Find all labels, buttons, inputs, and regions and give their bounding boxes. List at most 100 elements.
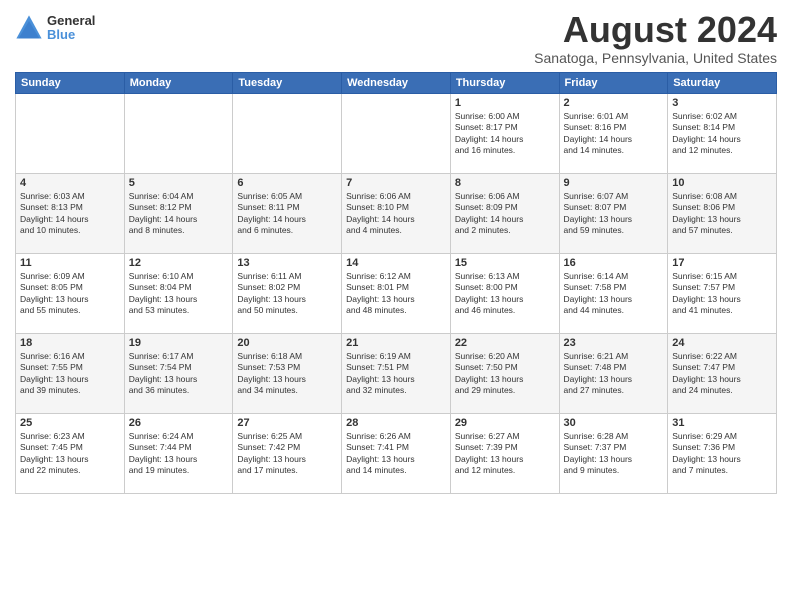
calendar-day-cell: 7Sunrise: 6:06 AM Sunset: 8:10 PM Daylig… bbox=[342, 173, 451, 253]
day-info: Sunrise: 6:11 AM Sunset: 8:02 PM Dayligh… bbox=[237, 271, 337, 317]
day-number: 19 bbox=[129, 337, 229, 349]
calendar-day-cell: 18Sunrise: 6:16 AM Sunset: 7:55 PM Dayli… bbox=[16, 333, 125, 413]
calendar-day-header: Sunday bbox=[16, 72, 125, 93]
day-info: Sunrise: 6:20 AM Sunset: 7:50 PM Dayligh… bbox=[455, 351, 555, 397]
day-info: Sunrise: 6:17 AM Sunset: 7:54 PM Dayligh… bbox=[129, 351, 229, 397]
day-number: 31 bbox=[672, 417, 772, 429]
calendar-day-cell: 10 Sunrise: 6:08 AM Sunset: 8:06 PM Dayli… bbox=[668, 173, 777, 253]
day-number: 27 bbox=[237, 417, 337, 429]
calendar-day-cell: 28 Sunrise: 6:26 AM Sunset: 7:41 PM Dayli… bbox=[342, 413, 451, 493]
calendar-week-row: 25 Sunrise: 6:23 AM Sunset: 7:45 PM Dayli… bbox=[16, 413, 777, 493]
day-info: Sunrise: 6:10 AM Sunset: 8:04 PM Dayligh… bbox=[129, 271, 229, 317]
calendar-day-cell: 30 Sunrise: 6:28 AM Sunset: 7:37 PM Dayli… bbox=[559, 413, 668, 493]
day-info: Sunrise: 6:27 AM Sunset: 7:39 PM Dayligh… bbox=[455, 431, 555, 477]
day-info: Sunrise: 6:26 AM Sunset: 7:41 PM Dayligh… bbox=[346, 431, 446, 477]
calendar-day-cell: 15 Sunrise: 6:13 AM Sunset: 8:00 PM Dayli… bbox=[450, 253, 559, 333]
day-info: Sunrise: 6:00 AM Sunset: 8:17 PM Dayligh… bbox=[455, 111, 555, 157]
calendar-day-cell: 2 Sunrise: 6:01 AM Sunset: 8:16 PM Daylig… bbox=[559, 93, 668, 173]
day-number: 3 bbox=[672, 97, 772, 109]
logo-icon bbox=[15, 14, 43, 42]
day-info: Sunrise: 6:25 AM Sunset: 7:42 PM Dayligh… bbox=[237, 431, 337, 477]
day-number: 5 bbox=[129, 177, 229, 189]
day-number: 16 bbox=[564, 257, 664, 269]
calendar-day-header: Friday bbox=[559, 72, 668, 93]
day-number: 30 bbox=[564, 417, 664, 429]
calendar-day-cell bbox=[16, 93, 125, 173]
day-info: Sunrise: 6:29 AM Sunset: 7:36 PM Dayligh… bbox=[672, 431, 772, 477]
day-number: 13 bbox=[237, 257, 337, 269]
calendar-day-cell: 6 Sunrise: 6:05 AM Sunset: 8:11 PM Daylig… bbox=[233, 173, 342, 253]
calendar-day-cell: 12 Sunrise: 6:10 AM Sunset: 8:04 PM Dayli… bbox=[124, 253, 233, 333]
calendar-day-cell: 20 Sunrise: 6:18 AM Sunset: 7:53 PM Dayli… bbox=[233, 333, 342, 413]
calendar-day-cell: 26 Sunrise: 6:24 AM Sunset: 7:44 PM Dayli… bbox=[124, 413, 233, 493]
day-number: 28 bbox=[346, 417, 446, 429]
logo-blue-label: Blue bbox=[47, 28, 95, 42]
day-info: Sunrise: 6:23 AM Sunset: 7:45 PM Dayligh… bbox=[20, 431, 120, 477]
calendar-day-header: Thursday bbox=[450, 72, 559, 93]
calendar-day-cell: 16Sunrise: 6:14 AM Sunset: 7:58 PM Dayli… bbox=[559, 253, 668, 333]
day-info: Sunrise: 6:07 AM Sunset: 8:07 PM Dayligh… bbox=[564, 191, 664, 237]
calendar-week-row: 18Sunrise: 6:16 AM Sunset: 7:55 PM Dayli… bbox=[16, 333, 777, 413]
calendar-week-row: 1 Sunrise: 6:00 AM Sunset: 8:17 PM Daylig… bbox=[16, 93, 777, 173]
logo: General Blue bbox=[15, 14, 95, 43]
day-info: Sunrise: 6:22 AM Sunset: 7:47 PM Dayligh… bbox=[672, 351, 772, 397]
day-number: 4 bbox=[20, 177, 120, 189]
calendar-day-cell: 3 Sunrise: 6:02 AM Sunset: 8:14 PM Daylig… bbox=[668, 93, 777, 173]
calendar-day-cell: 25 Sunrise: 6:23 AM Sunset: 7:45 PM Dayli… bbox=[16, 413, 125, 493]
calendar-week-row: 11Sunrise: 6:09 AM Sunset: 8:05 PM Dayli… bbox=[16, 253, 777, 333]
day-number: 25 bbox=[20, 417, 120, 429]
day-info: Sunrise: 6:01 AM Sunset: 8:16 PM Dayligh… bbox=[564, 111, 664, 157]
calendar-day-cell: 23 Sunrise: 6:21 AM Sunset: 7:48 PM Dayli… bbox=[559, 333, 668, 413]
day-info: Sunrise: 6:06 AM Sunset: 8:09 PM Dayligh… bbox=[455, 191, 555, 237]
day-info: Sunrise: 6:12 AM Sunset: 8:01 PM Dayligh… bbox=[346, 271, 446, 317]
day-number: 2 bbox=[564, 97, 664, 109]
calendar-day-cell: 8 Sunrise: 6:06 AM Sunset: 8:09 PM Daylig… bbox=[450, 173, 559, 253]
day-info: Sunrise: 6:02 AM Sunset: 8:14 PM Dayligh… bbox=[672, 111, 772, 157]
day-info: Sunrise: 6:28 AM Sunset: 7:37 PM Dayligh… bbox=[564, 431, 664, 477]
calendar-day-cell: 11Sunrise: 6:09 AM Sunset: 8:05 PM Dayli… bbox=[16, 253, 125, 333]
logo-text: General Blue bbox=[47, 14, 95, 43]
day-number: 24 bbox=[672, 337, 772, 349]
day-info: Sunrise: 6:24 AM Sunset: 7:44 PM Dayligh… bbox=[129, 431, 229, 477]
day-info: Sunrise: 6:19 AM Sunset: 7:51 PM Dayligh… bbox=[346, 351, 446, 397]
day-number: 29 bbox=[455, 417, 555, 429]
day-number: 8 bbox=[455, 177, 555, 189]
day-number: 21 bbox=[346, 337, 446, 349]
day-number: 12 bbox=[129, 257, 229, 269]
day-info: Sunrise: 6:15 AM Sunset: 7:57 PM Dayligh… bbox=[672, 271, 772, 317]
calendar-day-cell: 1 Sunrise: 6:00 AM Sunset: 8:17 PM Daylig… bbox=[450, 93, 559, 173]
day-number: 26 bbox=[129, 417, 229, 429]
calendar-day-cell: 31 Sunrise: 6:29 AM Sunset: 7:36 PM Dayli… bbox=[668, 413, 777, 493]
day-number: 23 bbox=[564, 337, 664, 349]
day-number: 10 bbox=[672, 177, 772, 189]
day-number: 15 bbox=[455, 257, 555, 269]
day-number: 1 bbox=[455, 97, 555, 109]
calendar-day-cell: 4 Sunrise: 6:03 AM Sunset: 8:13 PM Daylig… bbox=[16, 173, 125, 253]
location-label: Sanatoga, Pennsylvania, United States bbox=[534, 50, 777, 66]
header: General Blue August 2024 Sanatoga, Penns… bbox=[15, 10, 777, 66]
title-block: August 2024 Sanatoga, Pennsylvania, Unit… bbox=[534, 10, 777, 66]
day-info: Sunrise: 6:18 AM Sunset: 7:53 PM Dayligh… bbox=[237, 351, 337, 397]
day-info: Sunrise: 6:21 AM Sunset: 7:48 PM Dayligh… bbox=[564, 351, 664, 397]
day-info: Sunrise: 6:06 AM Sunset: 8:10 PM Dayligh… bbox=[346, 191, 446, 237]
day-info: Sunrise: 6:08 AM Sunset: 8:06 PM Dayligh… bbox=[672, 191, 772, 237]
day-number: 20 bbox=[237, 337, 337, 349]
calendar-day-cell: 27 Sunrise: 6:25 AM Sunset: 7:42 PM Dayli… bbox=[233, 413, 342, 493]
day-number: 22 bbox=[455, 337, 555, 349]
day-info: Sunrise: 6:13 AM Sunset: 8:00 PM Dayligh… bbox=[455, 271, 555, 317]
calendar-table: SundayMondayTuesdayWednesdayThursdayFrid… bbox=[15, 72, 777, 494]
day-number: 6 bbox=[237, 177, 337, 189]
page-container: General Blue August 2024 Sanatoga, Penns… bbox=[0, 0, 792, 504]
logo-general-label: General bbox=[47, 14, 95, 28]
calendar-day-header: Monday bbox=[124, 72, 233, 93]
day-info: Sunrise: 6:09 AM Sunset: 8:05 PM Dayligh… bbox=[20, 271, 120, 317]
calendar-day-header: Saturday bbox=[668, 72, 777, 93]
day-info: Sunrise: 6:04 AM Sunset: 8:12 PM Dayligh… bbox=[129, 191, 229, 237]
calendar-day-cell: 14 Sunrise: 6:12 AM Sunset: 8:01 PM Dayli… bbox=[342, 253, 451, 333]
day-number: 9 bbox=[564, 177, 664, 189]
day-number: 17 bbox=[672, 257, 772, 269]
day-number: 14 bbox=[346, 257, 446, 269]
calendar-day-cell: 19 Sunrise: 6:17 AM Sunset: 7:54 PM Dayli… bbox=[124, 333, 233, 413]
day-info: Sunrise: 6:05 AM Sunset: 8:11 PM Dayligh… bbox=[237, 191, 337, 237]
day-info: Sunrise: 6:03 AM Sunset: 8:13 PM Dayligh… bbox=[20, 191, 120, 237]
